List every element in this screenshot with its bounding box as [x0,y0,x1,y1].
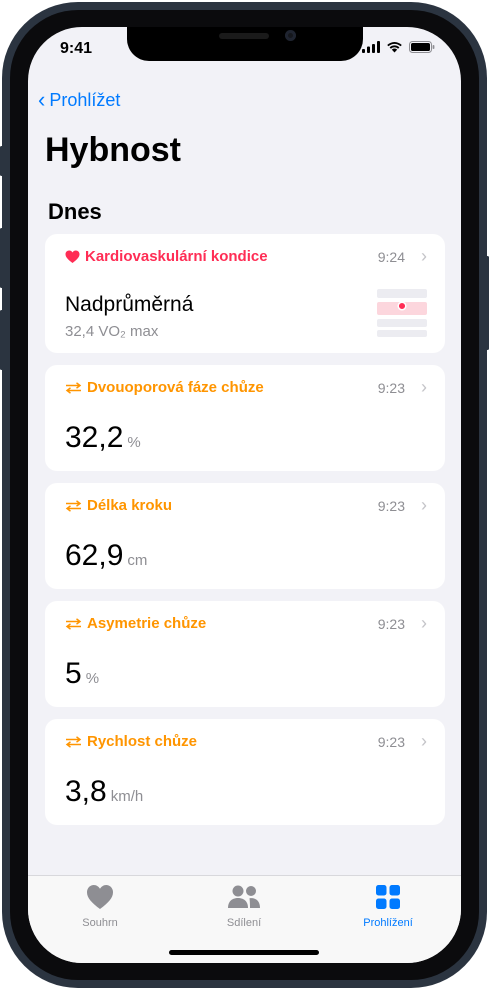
wifi-icon [387,42,402,53]
card-value: Nadprůměrná [65,293,194,316]
card-header: Dvouoporová fáze chůze 9:23 › [45,377,445,399]
people-icon [228,885,260,908]
card-walking-speed[interactable]: Rychlost chůze 9:23 › 3,8 km/h [45,719,445,825]
tab-sharing[interactable]: Sdílení [174,884,314,929]
volume-up-button [0,228,3,288]
chevron-right-icon: › [421,495,427,515]
tab-label: Souhrn [82,917,118,929]
chevron-left-icon: ‹ [38,87,46,112]
home-indicator[interactable] [169,950,319,955]
tab-label: Prohlížení [363,917,413,929]
volume-down-button [0,310,3,370]
card-value-row: 3,8 km/h [65,775,143,809]
card-header: Asymetrie chůze 9:23 › [45,613,445,635]
card-cardio-fitness[interactable]: Kardiovaskulární kondice 9:24 › Nadprůmě… [45,234,445,353]
back-button[interactable]: ‹ Prohlížet [38,89,120,111]
back-label: Prohlížet [49,89,121,110]
cardio-range-chart-icon [377,289,427,337]
card-title-text: Dvouoporová fáze chůze [87,379,264,396]
card-header: Kardiovaskulární kondice 9:24 › [45,246,445,268]
card-title-text: Asymetrie chůze [87,615,207,632]
card-unit: km/h [110,788,144,805]
page-title: Hybnost [45,131,181,169]
card-title: Dvouoporová fáze chůze [65,379,264,396]
card-unit: % [127,434,141,451]
card-value: 62,9 [65,539,124,572]
screen: 9:41 ‹ Prohlížet Hybnost Dnes Kardiovask… [28,27,461,963]
card-header: Rychlost chůze 9:23 › [45,731,445,753]
card-header: Délka kroku 9:23 › [45,495,445,517]
card-title: Asymetrie chůze [65,615,206,632]
tab-browse[interactable]: Prohlížení [318,884,458,929]
camera [285,30,296,41]
phone-device: 9:41 ‹ Prohlížet Hybnost Dnes Kardiovask… [0,0,489,990]
card-value: 5 [65,657,82,690]
card-unit: cm [127,552,148,569]
card-double-support[interactable]: Dvouoporová fáze chůze 9:23 › 32,2% [45,365,445,471]
heart-icon [87,885,113,909]
card-subtitle: 32,4 VO₂ max [65,323,159,340]
card-value-row: 32,2% [65,421,141,455]
chevron-right-icon: › [421,613,427,633]
mobility-arrows-icon [65,735,82,748]
card-title-text: Kardiovaskulární kondice [85,248,268,265]
card-title: Rychlost chůze [65,733,197,750]
card-time: 9:24 [377,249,405,265]
heart-icon [65,250,80,263]
mobility-arrows-icon [65,381,82,394]
card-value-row: 5% [65,657,99,691]
notch [127,27,363,61]
status-time: 9:41 [60,40,93,57]
card-title-text: Délka kroku [87,497,173,514]
section-title: Dnes [48,199,102,224]
grid-icon [376,885,400,909]
chevron-right-icon: › [421,377,427,397]
mobility-arrows-icon [65,617,82,630]
tab-label: Sdílení [226,917,262,929]
tab-summary[interactable]: Souhrn [30,884,170,929]
tab-bar: Souhrn Sdílení Prohlížení [28,875,461,963]
card-title: Délka kroku [65,497,172,514]
card-title: Kardiovaskulární kondice [65,248,268,265]
card-value-row: 62,9 cm [65,539,147,573]
mobility-arrows-icon [65,499,82,512]
card-time: 9:23 [377,734,405,750]
card-value: 32,2 [65,421,124,454]
ring-switch [0,146,3,176]
battery-icon [409,41,435,53]
chevron-right-icon: › [421,246,427,266]
card-walking-asymmetry[interactable]: Asymetrie chůze 9:23 › 5% [45,601,445,707]
card-title-text: Rychlost chůze [87,733,198,750]
card-unit: % [85,670,100,687]
card-time: 9:23 [377,380,405,396]
speaker [219,33,269,39]
card-time: 9:23 [377,616,405,632]
card-step-length[interactable]: Délka kroku 9:23 › 62,9 cm [45,483,445,589]
status-icons [362,41,435,53]
signal-icon [362,41,380,53]
card-value: 3,8 [65,775,107,808]
chevron-right-icon: › [421,731,427,751]
card-time: 9:23 [377,498,405,514]
